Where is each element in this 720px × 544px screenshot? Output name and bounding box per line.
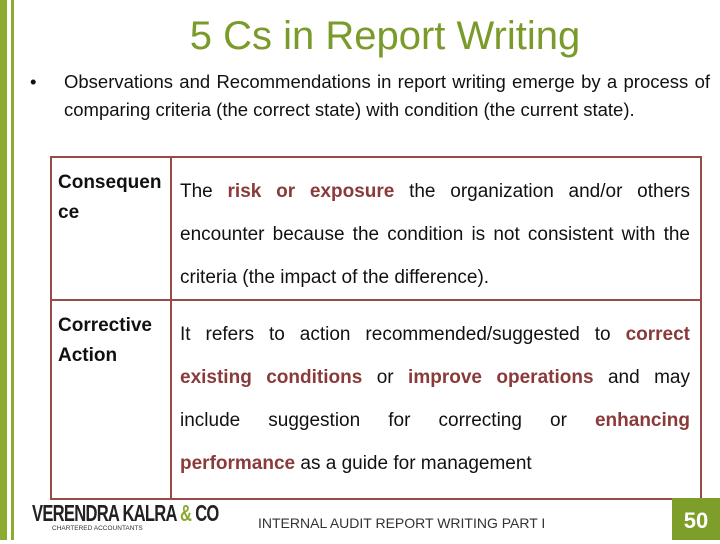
company-logo: VERENDRA KALRA & CO CHARTERED ACCOUNTANT… (32, 500, 291, 532)
definitions-table: Consequence The risk or exposure the org… (50, 156, 702, 500)
text-segment: as a guide for management (295, 453, 532, 474)
bullet-text: Observations and Recommendations in repo… (64, 71, 710, 120)
text-segment: or (362, 367, 409, 388)
table-row-consequence: Consequence The risk or exposure the org… (50, 156, 702, 301)
definition-corrective-action: It refers to action recommended/suggeste… (170, 299, 702, 500)
decorative-side-bar (0, 0, 7, 540)
table-row-corrective-action: Corrective Action It refers to action re… (50, 299, 702, 500)
bullet-point: • Observations and Recommendations in re… (30, 68, 710, 124)
logo-ampersand: & (180, 500, 192, 526)
text-segment: It refers to action recommended/suggeste… (180, 324, 626, 345)
term-corrective-action: Corrective Action (50, 299, 172, 500)
term-consequence: Consequence (50, 156, 172, 301)
slide-title: 5 Cs in Report Writing (189, 14, 581, 58)
page-number: 50 (672, 498, 720, 540)
logo-name-part1: VERENDRA KALRA (32, 500, 181, 526)
logo-name: VERENDRA KALRA & CO (32, 500, 219, 527)
footer-text: INTERNAL AUDIT REPORT WRITING PART I (258, 515, 546, 531)
logo-name-part2: CO (191, 500, 219, 526)
text-segment: The (180, 181, 228, 202)
highlight-improve-operations: improve operations (408, 367, 594, 388)
highlight-risk-or-exposure: risk or exposure (227, 181, 395, 202)
definition-consequence: The risk or exposure the organization an… (170, 156, 702, 301)
bullet-marker: • (30, 71, 37, 92)
decorative-side-bar-thin (11, 0, 14, 540)
